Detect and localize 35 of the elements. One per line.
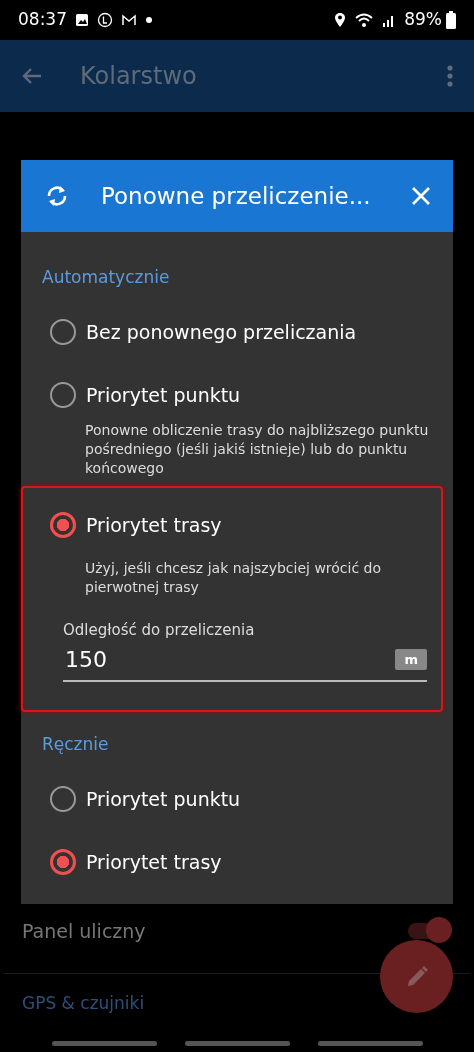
radio-button[interactable] [50, 512, 76, 538]
mail-icon [121, 13, 137, 27]
radio-button[interactable] [50, 786, 76, 812]
battery-percent: 89% [404, 8, 442, 32]
dialog-title: Ponowne przeliczenie... [101, 181, 371, 211]
more-menu-icon[interactable] [446, 64, 454, 88]
battery-icon [446, 11, 456, 29]
screen-title: Kolarstwo [80, 61, 197, 92]
nav-bar-handle[interactable] [184, 1040, 290, 1046]
section-header: Ręcznie [41, 733, 110, 756]
location-icon [334, 12, 347, 28]
close-icon[interactable] [411, 186, 431, 206]
radio-option[interactable]: Priorytet punktu [21, 767, 453, 831]
image-icon [75, 13, 89, 27]
radio-option[interactable]: Priorytet trasy [21, 830, 453, 894]
option-description: Ponowne obliczenie trasy do najbliższego punktu pośredniego (jeśli jakiś istnieje) lub do punktu końcowego [84, 420, 430, 478]
wifi-icon [354, 12, 375, 28]
setting-label: Panel uliczny [22, 919, 146, 944]
field-label: Odległość do przeliczenia [63, 619, 256, 641]
radio-button[interactable] [50, 849, 76, 875]
dot-icon [145, 16, 153, 24]
radio-option[interactable]: Bez ponownego przeliczania [21, 300, 453, 364]
nav-bar-handle[interactable] [51, 1040, 157, 1046]
radio-button[interactable] [50, 319, 76, 345]
radio-button[interactable] [50, 382, 76, 408]
option-description: Użyj, jeśli chcesz jak najszybciej wrócić do pierwotnej trasy [84, 558, 383, 597]
unit-label: m [395, 648, 427, 671]
toggle-switch[interactable] [408, 917, 452, 943]
radio-option[interactable]: Priorytet trasy [23, 493, 441, 557]
nav-bar-handle[interactable] [317, 1040, 423, 1046]
section-header: Automatycznie [41, 266, 171, 289]
letter-circle-icon [97, 12, 113, 28]
distance-field[interactable]: 150 [63, 643, 396, 676]
section-header: GPS & czujniki [22, 992, 145, 1016]
status-time: 08:37 [18, 8, 67, 32]
